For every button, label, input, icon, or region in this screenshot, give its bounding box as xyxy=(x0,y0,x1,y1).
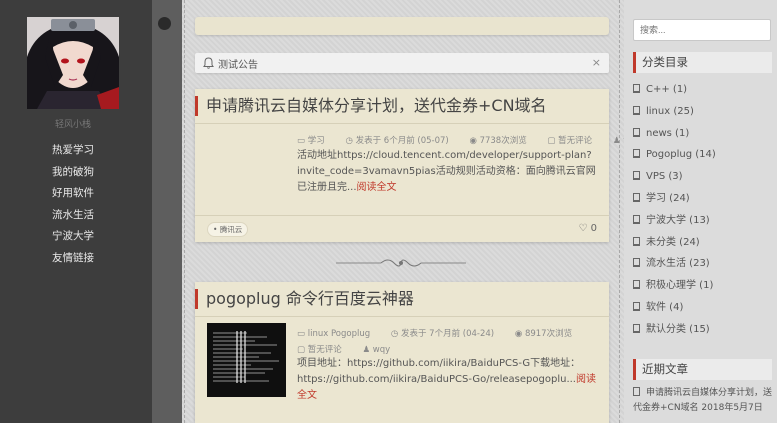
post-comments[interactable]: ▢ 暂无评论 xyxy=(547,136,601,146)
read-more-link[interactable]: 阅读全文 xyxy=(357,182,397,193)
category-item[interactable]: 积极心理学 (1) xyxy=(633,275,773,297)
post-views: ◉ 7738次浏览 xyxy=(469,136,527,146)
bookmark-icon xyxy=(633,105,640,115)
categories-title: 分类目录 xyxy=(633,52,772,73)
notice-text: 测试公告 xyxy=(218,60,258,71)
category-item[interactable]: VPS (3) xyxy=(633,166,773,188)
category-item[interactable]: C++ (1) xyxy=(633,79,773,101)
category-item[interactable]: news (1) xyxy=(633,123,773,145)
category-item[interactable]: linux (25) xyxy=(633,101,773,123)
bookmark-icon xyxy=(633,214,640,224)
bookmark-icon xyxy=(633,280,640,290)
category-item[interactable]: 默认分类 (15) xyxy=(633,319,773,341)
notice-bar: 测试公告 × xyxy=(195,53,609,73)
divider-line xyxy=(195,215,609,216)
post-category[interactable]: ▭ 学习 xyxy=(297,136,334,146)
bell-icon xyxy=(203,57,214,69)
site-subtitle: 轻风小栈 xyxy=(54,120,91,130)
post-meta: ▭ 学习 ◷ 发表于 6个月前 (05-07) ◉ 7738次浏览 ▢ 暂无评论… xyxy=(297,134,659,146)
post-excerpt: 项目地址：https://github.com/iikira/BaiduPCS-… xyxy=(297,358,596,401)
bookmark-icon xyxy=(633,192,640,202)
post-meta-row2: ▢ 暂无评论 ♟ wqy xyxy=(297,343,408,355)
nav-item-nbu[interactable]: 宁波大学 xyxy=(0,226,146,248)
post-title[interactable]: 申请腾讯云自媒体分享计划，送代金券+CN域名 xyxy=(195,96,547,116)
bookmark-icon xyxy=(633,84,640,93)
search-input[interactable] xyxy=(633,19,771,41)
ornament-divider xyxy=(336,259,466,267)
category-item[interactable]: Pogoplug (14) xyxy=(633,144,773,166)
category-item[interactable]: 未分类 (24) xyxy=(633,232,773,254)
left-sidebar: 轻风小栈 热爱学习 我的破狗 好用软件 流水生活 宁波大学 友情链接 xyxy=(0,0,152,423)
post-meta: ▭ linux Pogoplug ◷ 发表于 7个月前 (04-24) ◉ 89… xyxy=(297,327,590,339)
nav-item-software[interactable]: 好用软件 xyxy=(0,183,146,205)
post-card: 申请腾讯云自媒体分享计划，送代金券+CN域名 ▭ 学习 ◷ 发表于 6个月前 (… xyxy=(195,89,641,242)
nav-item-pogo[interactable]: 我的破狗 xyxy=(0,162,146,184)
post-card: pogoplug 命令行百度云神器 ▭ linux Pogoplug ◷ 发表于… xyxy=(195,282,609,423)
dashed-border-left xyxy=(184,0,185,423)
top-bar xyxy=(195,17,609,35)
close-icon[interactable]: × xyxy=(592,56,601,69)
post-title[interactable]: pogoplug 命令行百度云神器 xyxy=(195,289,414,309)
category-item[interactable]: 学习 (24) xyxy=(633,188,773,210)
post-thumbnail[interactable] xyxy=(207,323,286,397)
bookmark-icon xyxy=(633,127,640,137)
post-comments[interactable]: ▢ 暂无评论 xyxy=(297,345,351,355)
bookmark-icon xyxy=(633,301,640,311)
nav-item-links[interactable]: 友情链接 xyxy=(0,248,146,270)
dashed-border-right xyxy=(619,0,620,423)
bookmark-icon xyxy=(633,236,640,246)
bookmark-icon xyxy=(633,323,640,333)
post-tag[interactable]: • 腾讯云 xyxy=(207,222,249,237)
left-nav: 热爱学习 我的破狗 好用软件 流水生活 宁波大学 友情链接 xyxy=(0,140,146,269)
recent-posts-title: 近期文章 xyxy=(633,359,772,380)
bookmark-icon xyxy=(633,171,640,181)
divider-line xyxy=(195,316,609,317)
post-author[interactable]: ♟ wqy xyxy=(362,345,399,355)
category-item[interactable]: 软件 (4) xyxy=(633,297,773,319)
category-item[interactable]: 宁波大学 (13) xyxy=(633,210,773,232)
nav-item-life[interactable]: 流水生活 xyxy=(0,205,146,227)
bookmark-icon xyxy=(633,258,640,268)
document-icon xyxy=(633,387,640,396)
bookmark-icon xyxy=(633,149,640,159)
post-date: ◷ 发表于 6个月前 (05-07) xyxy=(345,136,449,146)
like-button[interactable]: ♡ 0 xyxy=(578,223,597,234)
category-list: C++ (1) linux (25) news (1) Pogoplug (14… xyxy=(633,79,773,341)
divider-line xyxy=(195,123,609,124)
nav-item-study[interactable]: 热爱学习 xyxy=(0,140,146,162)
sidebar-rail xyxy=(152,0,182,423)
post-excerpt: 活动地址https://cloud.tencent.com/developer/… xyxy=(297,150,596,193)
sidebar-toggle-dot[interactable] xyxy=(158,17,171,30)
post-category[interactable]: ▭ linux Pogoplug xyxy=(297,329,379,339)
avatar[interactable] xyxy=(27,17,119,109)
recent-post-item[interactable]: 申请腾讯云自媒体分享计划，送代金券+CN域名 2018年5月7日 xyxy=(633,386,773,416)
post-views: ◉ 8917次浏览 xyxy=(514,329,573,339)
post-date: ◷ 发表于 7个月前 (04-24) xyxy=(390,329,495,339)
category-item[interactable]: 流水生活 (23) xyxy=(633,253,773,275)
